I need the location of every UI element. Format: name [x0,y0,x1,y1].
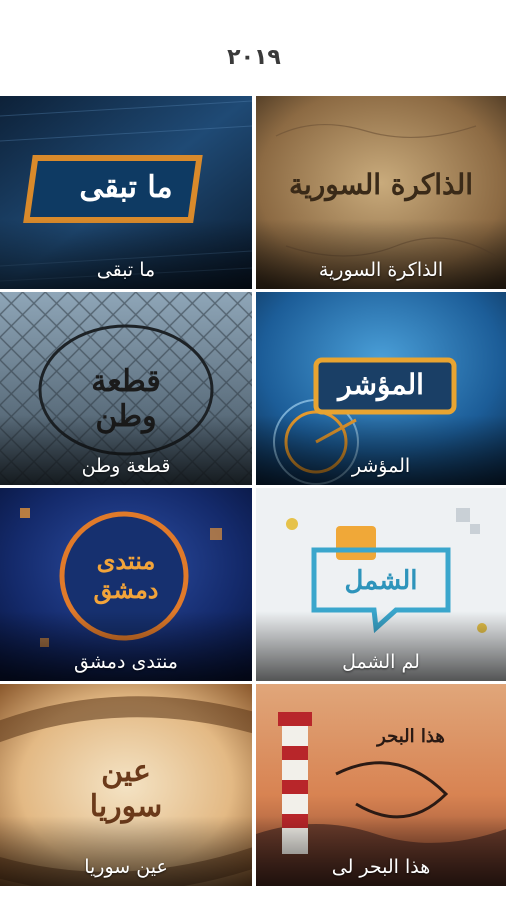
tile-label: لم الشمل [342,651,420,673]
program-tile-eye-of-syria[interactable]: عين سوريا عين سوريا [0,684,252,886]
channel-logo: ٢٠١٩ [227,45,281,70]
program-tile-syrian-memory[interactable]: الذاكرة السورية الذاكرة السورية [256,96,506,289]
tile-label: عين سوريا [84,856,168,878]
what-remains-art-title: ما تبقى [79,170,173,205]
this-sea-art-title: هذا البحر [377,726,445,747]
program-tile-piece-of-homeland[interactable]: قطعة وطن قطعة وطن [0,292,252,485]
indicator-art-title: المؤشر [338,368,424,401]
program-tile-what-remains[interactable]: ما تبقى ما تبقى [0,96,252,289]
syrian-memory-art-title: الذاكرة السورية [288,168,474,201]
tile-label: المؤشر [351,455,411,477]
reunion-art-title: الشمل [344,566,418,596]
tile-label: الذاكرة السورية [318,259,444,281]
tile-label: قطعة وطن [81,455,171,477]
program-tile-reunion[interactable]: الشمل لم الشمل [256,488,506,681]
program-tile-indicator[interactable]: المؤشر المؤشر [256,292,506,485]
programs-grid: الذاكرة السورية الذاكرة السورية ما تبقى … [0,96,506,892]
eye-of-syria-art-title: عين سوريا [89,754,163,824]
damascus-forum-art-title: منتدى دمشق [93,546,159,604]
program-tile-damascus-forum[interactable]: منتدى دمشق منتدى دمشق [0,488,252,681]
program-tile-this-sea-is-mine[interactable]: هذا البحر هذا البحر لى [256,684,506,886]
tile-label: هذا البحر لى [331,856,431,878]
tile-label: منتدى دمشق [74,651,178,673]
tile-label: ما تبقى [96,259,156,281]
app-header: ٢٠١٩ [0,0,506,95]
